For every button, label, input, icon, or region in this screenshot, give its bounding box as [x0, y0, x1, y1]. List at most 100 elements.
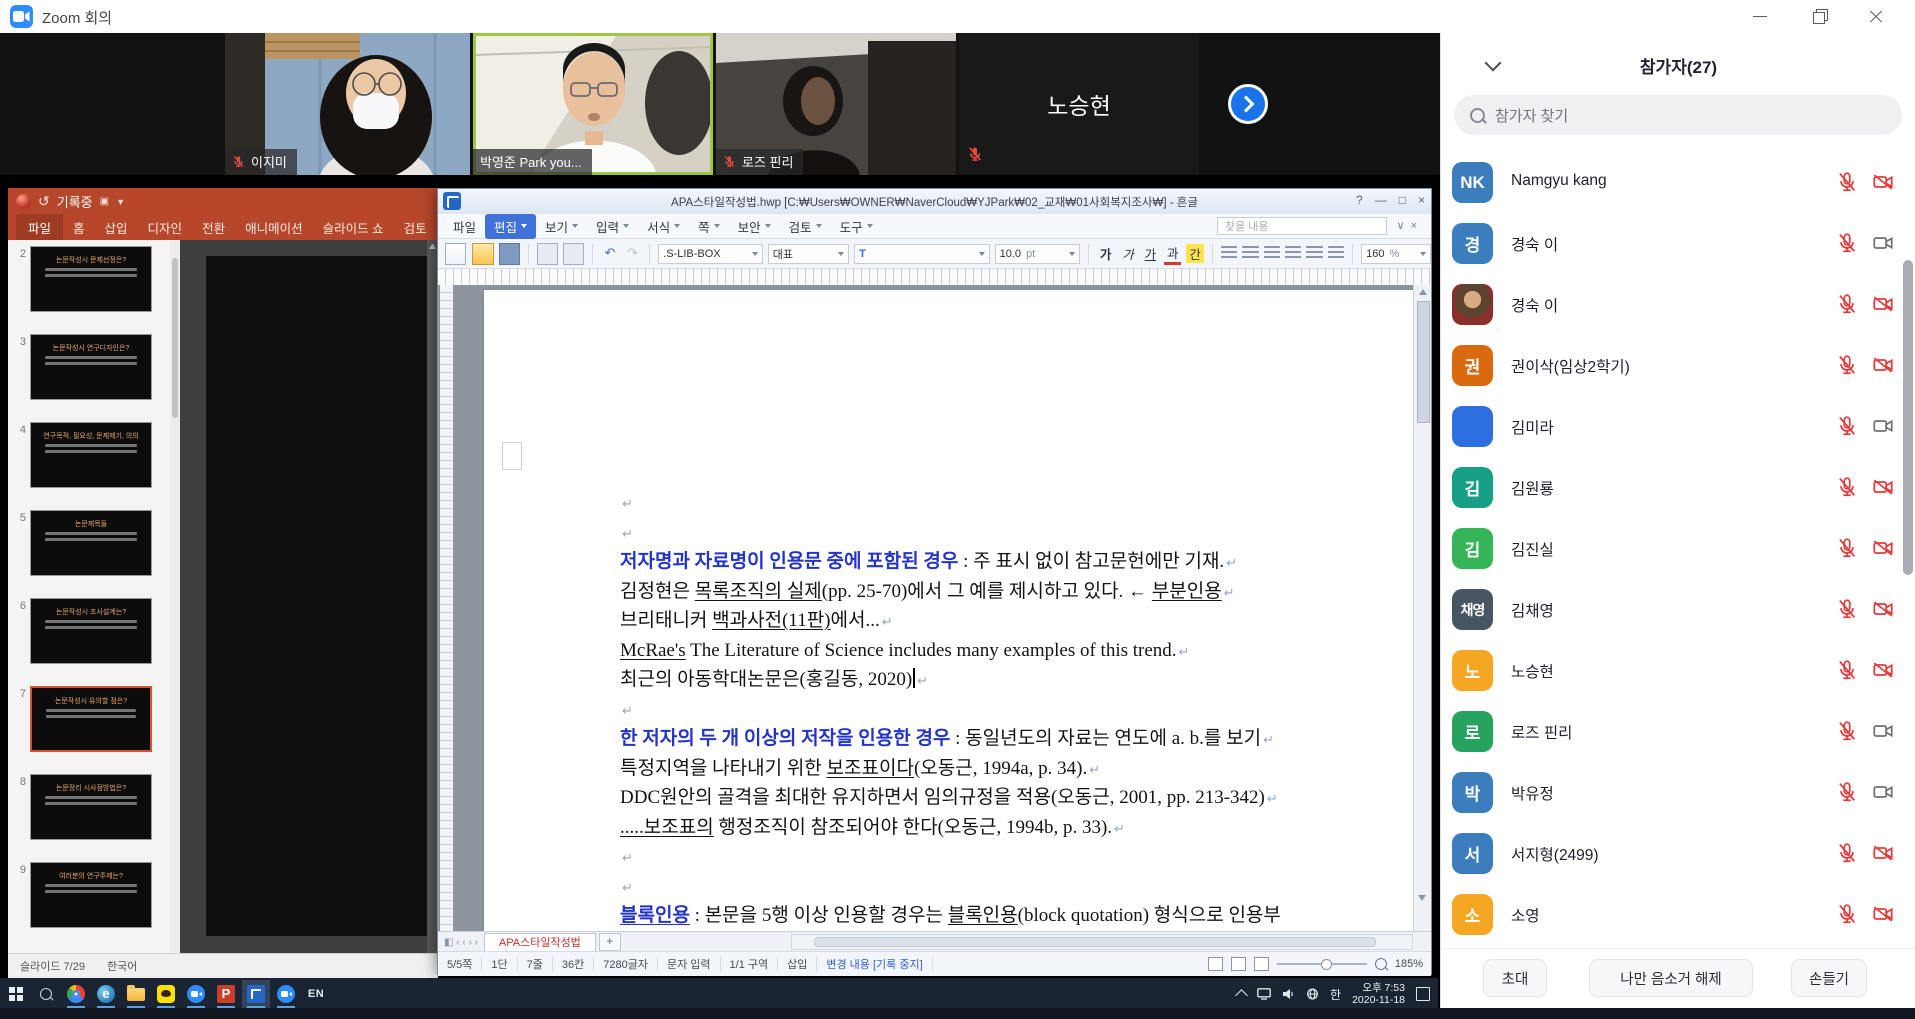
ppt-menu-1[interactable]: 홈 [63, 218, 95, 237]
line-spacing-combo[interactable]: 160% [1361, 244, 1431, 264]
video-tile-1[interactable]: 이지미 [225, 33, 470, 175]
participant-row[interactable]: 김미라 [1441, 397, 1915, 458]
search-participants-input[interactable]: 참가자 찾기 [1454, 95, 1902, 135]
participant-row[interactable]: 박박유정 [1441, 763, 1915, 824]
slide-thumbnail-panel[interactable]: 2논문작성시 문제선정은? 3논문작성시 연구디자인은? 4연구목적, 필요성, 문… [8, 240, 180, 953]
horizontal-scrollbar[interactable] [791, 934, 1413, 950]
preview-icon[interactable] [563, 243, 584, 265]
open-icon[interactable] [472, 243, 493, 265]
slide-thumbnail[interactable]: 연구목적, 필요성, 문제제기, 의의 [30, 422, 152, 488]
participant-row[interactable]: 김김진실 [1441, 519, 1915, 580]
ppt-menu-0[interactable]: 파일 [16, 214, 63, 241]
video-tile-2-active-speaker[interactable]: 박영준 Park you... [473, 33, 713, 175]
align-distribute-button[interactable] [1306, 246, 1322, 261]
view-mode-icon-3[interactable] [1254, 957, 1269, 971]
hwp-menu-5[interactable]: 쪽 [689, 214, 729, 239]
slide-item[interactable]: 5논문제목들 [8, 510, 168, 580]
align-justify-button[interactable] [1221, 246, 1237, 261]
edge-icon[interactable]: e [92, 980, 120, 1008]
tray-expand-icon[interactable] [1235, 989, 1248, 1002]
participant-row[interactable]: 노노승현 [1441, 641, 1915, 702]
find-controls[interactable]: ∨× [1397, 219, 1423, 232]
highlight-button[interactable]: 간 [1186, 244, 1203, 263]
align-center-button[interactable] [1264, 246, 1280, 261]
italic-button[interactable]: 가 [1119, 244, 1136, 263]
slide-item[interactable]: 9여러분의 연구주제는? [8, 862, 168, 932]
video-tile-3[interactable]: 로즈 핀리 [716, 33, 956, 175]
participant-row[interactable]: 경숙 이 [1441, 275, 1915, 336]
align-left-button[interactable] [1242, 246, 1258, 261]
line-spacing-button[interactable] [1328, 246, 1344, 261]
slide-panel-scrollbar[interactable] [170, 240, 180, 953]
hwp-menu-3[interactable]: 입력 [587, 214, 638, 239]
slide-thumbnail[interactable]: 논문제목들 [30, 510, 152, 576]
invite-button[interactable]: 초대 [1483, 959, 1547, 997]
participant-row[interactable]: 김김원룡 [1441, 458, 1915, 519]
vertical-scrollbar[interactable] [1413, 285, 1431, 931]
ime-indicator[interactable]: 한 [1330, 986, 1341, 1003]
undo-icon[interactable]: ↺ [38, 193, 50, 210]
participant-row[interactable]: 소소영 [1441, 885, 1915, 946]
participant-row[interactable]: 권권이삭(임상2학기) [1441, 336, 1915, 397]
zoom-app-icon[interactable] [182, 980, 210, 1008]
bold-button[interactable]: 가 [1097, 244, 1114, 263]
volume-icon[interactable] [1282, 988, 1295, 1000]
print-icon[interactable] [537, 243, 558, 265]
zoom-slider[interactable] [1277, 963, 1367, 965]
start-button[interactable] [2, 980, 30, 1008]
close-button[interactable] [1847, 0, 1905, 33]
slide-item[interactable]: 2논문작성시 문제선정은? [8, 246, 168, 316]
hwp-menu-2[interactable]: 보기 [536, 214, 587, 239]
view-mode-icon-2[interactable] [1231, 957, 1246, 971]
slide-item[interactable]: 4연구목적, 필요성, 문제제기, 의의 [8, 422, 168, 492]
slide-thumbnail[interactable]: 여러분의 연구주제는? [30, 862, 152, 928]
restore-button[interactable] [1789, 0, 1847, 33]
slide-item[interactable]: 7논문작성시 유의할 점은? [8, 686, 168, 756]
participant-row[interactable]: 로로즈 핀리 [1441, 702, 1915, 763]
maximize-icon[interactable]: □ [1399, 193, 1406, 207]
kakaotalk-icon[interactable] [152, 980, 180, 1008]
participants-list[interactable]: NKNamgyu kang경경숙 이경숙 이권권이삭(임상2학기)김미라김김원룡… [1441, 153, 1915, 947]
underline-button[interactable]: 가 [1142, 244, 1159, 263]
participant-row[interactable]: 경경숙 이 [1441, 214, 1915, 275]
raise-hand-button[interactable]: 손들기 [1791, 959, 1867, 997]
language-bar[interactable]: EN [302, 980, 330, 1008]
align-right-button[interactable] [1285, 246, 1301, 261]
document-page[interactable]: ↵↵저자명과 자료명이 인용문 중에 포함된 경우 : 주 표시 없이 참고문헌… [484, 290, 1413, 931]
hwp-menu-0[interactable]: 파일 [444, 214, 485, 239]
new-tab-button[interactable]: + [599, 933, 621, 951]
ppt-menu-4[interactable]: 전환 [192, 218, 235, 237]
style-combo[interactable]: .S-LIB-BOX [658, 244, 763, 264]
action-center-icon[interactable] [1416, 987, 1430, 1001]
participant-row[interactable]: 서서지형(2499) [1441, 824, 1915, 885]
display-icon[interactable] [1257, 988, 1271, 1000]
search-button[interactable] [32, 980, 60, 1008]
font-combo[interactable]: T [854, 244, 989, 264]
hwp-menu-1[interactable]: 편집 [485, 214, 536, 239]
hwp-menu-8[interactable]: 도구 [831, 214, 882, 239]
clock[interactable]: 오후 7:53 2020-11-18 [1352, 982, 1405, 1006]
hwp-menu-4[interactable]: 서식 [638, 214, 689, 239]
powerpoint-icon[interactable]: P [212, 980, 240, 1008]
minimize-button[interactable] [1731, 0, 1789, 33]
ppt-menu-3[interactable]: 디자인 [138, 218, 193, 237]
new-document-icon[interactable] [445, 243, 466, 265]
document-text[interactable]: ↵↵저자명과 자료명이 인용문 중에 포함된 경우 : 주 표시 없이 참고문헌… [620, 488, 1410, 931]
participants-scrollbar-thumb[interactable] [1903, 260, 1913, 575]
file-explorer-icon[interactable] [122, 980, 150, 1008]
zoom-meeting-icon[interactable] [272, 980, 300, 1008]
redo-icon[interactable]: ↷ [624, 244, 641, 264]
char-style-combo[interactable]: 대표 [768, 244, 849, 264]
unmute-me-button[interactable]: 나만 음소거 해제 [1589, 959, 1753, 997]
ppt-menu-5[interactable]: 애니메이션 [235, 218, 313, 237]
slide-item[interactable]: 8논문정리 시사점방법은? [8, 774, 168, 844]
ppt-menu-7[interactable]: 검토 [394, 218, 437, 237]
tab-nav-icons[interactable]: ◧ ‹ ‹ › › [438, 937, 484, 948]
hwp-menu-7[interactable]: 검토 [780, 214, 831, 239]
save-icon[interactable] [499, 243, 520, 265]
hwp-icon[interactable] [242, 980, 270, 1008]
close-icon[interactable]: × [1418, 193, 1425, 207]
slide-thumbnail-selected[interactable]: 논문작성시 유의할 점은? [30, 686, 152, 752]
hwp-menu-6[interactable]: 보안 [729, 214, 780, 239]
slide-item[interactable]: 3논문작성시 연구디자인은? [8, 334, 168, 404]
